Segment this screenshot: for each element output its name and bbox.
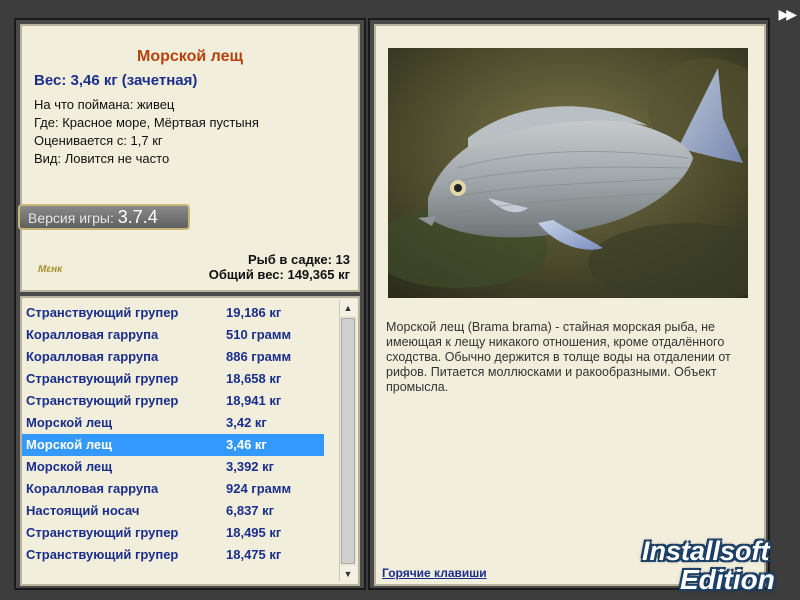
chevron-down-icon[interactable]: ▼ xyxy=(340,566,356,582)
rarity-info: Вид: Ловится не часто xyxy=(34,151,170,166)
keepnet-summary: Рыб в садке: 13 Общий вес: 149,365 кг xyxy=(209,252,350,282)
hotkeys-link[interactable]: Горячие клавиши xyxy=(382,566,487,580)
catch-fish-name: Странствующий групер xyxy=(26,305,179,320)
catch-list-row[interactable]: Морской лещ 3,46 кг xyxy=(22,434,324,456)
chevron-up-icon[interactable]: ▲ xyxy=(340,300,356,316)
valued-info: Оценивается с: 1,7 кг xyxy=(34,133,163,148)
catch-fish-weight: 18,941 кг xyxy=(226,393,282,408)
catch-fish-name: Морской лещ xyxy=(26,437,113,452)
version-badge: Версия игры: 3.7.4 xyxy=(18,204,190,230)
catch-fish-name: Странствующий групер xyxy=(26,525,179,540)
scroll-thumb[interactable] xyxy=(341,318,355,564)
catch-fish-name: Морской лещ xyxy=(26,415,113,430)
version-number: 3.7.4 xyxy=(117,207,158,227)
catch-fish-weight: 886 грамм xyxy=(226,349,292,364)
fish-title: Морской лещ xyxy=(137,48,243,65)
catch-list-row[interactable]: Морской лещ 3,42 кг xyxy=(22,412,324,434)
catch-fish-weight: 18,495 кг xyxy=(226,525,282,540)
catch-fish-name: Коралловая гаррупа xyxy=(26,481,159,496)
catch-list-row[interactable]: Странствующий групер 19,186 кг xyxy=(22,302,324,324)
catch-list-row[interactable]: Коралловая гаррупа 886 грамм xyxy=(22,346,324,368)
catch-fish-weight: 924 грамм xyxy=(226,481,292,496)
catch-fish-name: Морской лещ xyxy=(26,459,113,474)
catch-fish-weight: 3,392 кг xyxy=(226,459,275,474)
catch-fish-weight: 3,46 кг xyxy=(226,437,267,452)
catch-list-panel: Странствующий групер 19,186 кг Коралловая … xyxy=(20,296,360,586)
fast-forward-icon[interactable]: ▶▶ xyxy=(778,6,796,23)
catch-fish-name: Коралловая гаррупа xyxy=(26,327,159,342)
catch-list-row[interactable]: Странствующий групер 18,475 кг xyxy=(22,544,324,566)
catch-list-row[interactable]: Морской лещ 3,392 кг xyxy=(22,456,324,478)
keepnet-weight: Общий вес: 149,365 кг xyxy=(208,267,350,282)
catch-fish-name: Странствующий групер xyxy=(26,371,179,386)
catch-list-row[interactable]: Странствующий групер 18,495 кг xyxy=(22,522,324,544)
fish-photo xyxy=(388,48,748,298)
list-scrollbar[interactable]: ▲ ▼ xyxy=(339,300,356,582)
catch-list-row[interactable]: Странствующий групер 18,658 кг xyxy=(22,368,324,390)
location-info: Где: Красное море, Мёртвая пустыня xyxy=(34,115,259,130)
catch-fish-name: Странствующий групер xyxy=(26,393,179,408)
keepnet-count: Рыб в садке: 13 xyxy=(247,252,350,267)
catch-list: Странствующий групер 19,186 кг Коралловая … xyxy=(22,302,324,566)
small-logo: Mεнк xyxy=(38,264,63,275)
catch-fish-weight: 18,475 кг xyxy=(226,547,282,562)
catch-fish-name: Коралловая гаррупа xyxy=(26,349,159,364)
catch-list-row[interactable]: Настоящий носач 6,837 кг xyxy=(22,500,324,522)
catch-list-row[interactable]: Странствующий групер 18,941 кг xyxy=(22,390,324,412)
watermark-line1: Installsoft xyxy=(642,536,770,566)
bait-info: На что поймана: живец xyxy=(34,97,175,112)
catch-fish-name: Странствующий групер xyxy=(26,547,179,562)
catch-list-row[interactable]: Коралловая гаррупа 510 грамм xyxy=(22,324,324,346)
fish-description: Морской лещ (Brama brama) - стайная морс… xyxy=(386,320,731,394)
catch-fish-weight: 19,186 кг xyxy=(226,305,282,320)
version-label: Версия игры: xyxy=(28,210,114,226)
installsoft-watermark: Installsoft Edition xyxy=(632,522,800,600)
catch-fish-weight: 3,42 кг xyxy=(226,415,267,430)
description-panel: Морской лещ (Brama brama) - стайная морс… xyxy=(374,24,766,586)
fish-weight: Вес: 3,46 кг (зачетная) xyxy=(34,72,198,89)
catch-fish-name: Настоящий носач xyxy=(26,503,140,518)
catch-fish-weight: 18,658 кг xyxy=(226,371,282,386)
catch-list-row[interactable]: Коралловая гаррупа 924 грамм xyxy=(22,478,324,500)
watermark-line2: Edition xyxy=(680,564,775,595)
catch-fish-weight: 510 грамм xyxy=(226,327,292,342)
fish-info-panel: Морской лещ Вес: 3,46 кг (зачетная) На ч… xyxy=(18,24,360,292)
fish-facts: На что поймана: живец Где: Красное море,… xyxy=(34,96,259,168)
catch-fish-weight: 6,837 кг xyxy=(226,503,275,518)
